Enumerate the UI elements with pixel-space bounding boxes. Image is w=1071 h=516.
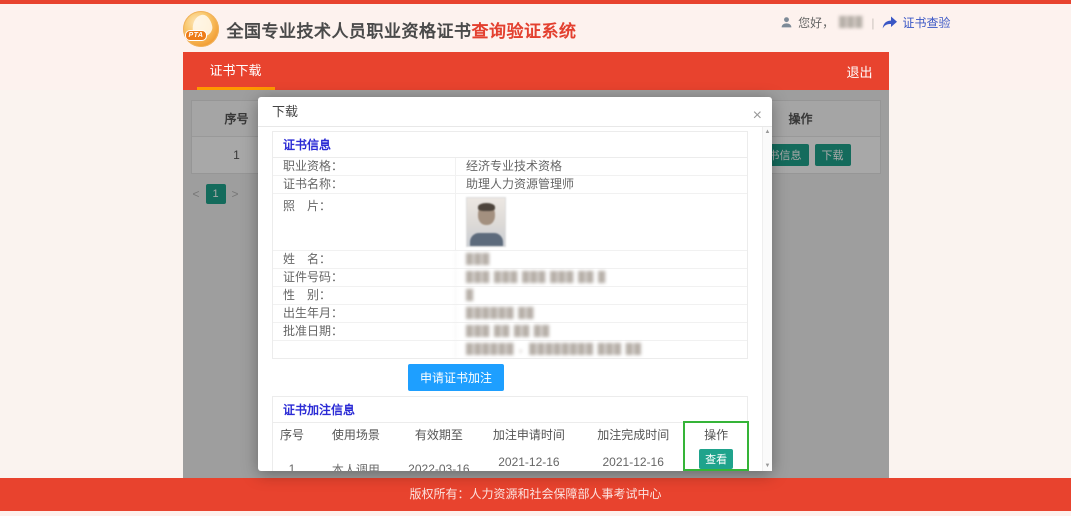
scroll-down-arrow-icon[interactable]: ▼ — [763, 463, 772, 469]
field-row-gender: 性 别： █ — [273, 287, 747, 305]
user-name-redacted: ███ — [839, 17, 864, 28]
scroll-up-arrow-icon[interactable]: ▲ — [763, 129, 772, 135]
nav-bar: 证书下载 退出 — [0, 52, 1071, 90]
redacted-value: ██████ ，████████ ███ ██ — [455, 341, 747, 358]
forward-arrow-icon — [883, 16, 898, 29]
field-row-extra: ██████ ，████████ ███ ██ — [273, 341, 747, 358]
download-modal: 下载 × ▲ ▼ 证书信息 职业资格： 经济专业技术资格 证书名称： 助理人力资… — [258, 97, 772, 471]
field-row-photo: 照 片： — [273, 194, 747, 251]
redacted-value: ███ — [455, 251, 747, 268]
brand: PTA 全国专业技术人员职业资格证书查询验证系统 — [182, 11, 577, 47]
site-title-main: 全国专业技术人员职业资格证书 — [226, 21, 472, 41]
annotation-section-title: 证书加注信息 — [273, 397, 747, 423]
field-row-name: 姓 名： ███ — [273, 251, 747, 269]
logout-button[interactable]: 退出 — [846, 62, 872, 81]
redacted-value: ███ ███ ███ ███ ██ █ — [455, 269, 747, 286]
greeting-text: 您好， — [798, 16, 835, 30]
logo-text: PTA — [184, 30, 208, 41]
field-row-cert-name: 证书名称： 助理人力资源管理师 — [273, 176, 747, 194]
cert-info-section-title: 证书信息 — [273, 132, 747, 158]
annotation-info-section: 证书加注信息 序号 使用场景 有效期至 加注申请时间 加注完成时间 操作 1 本… — [272, 396, 749, 471]
site-title-accent: 查询验证系统 — [471, 21, 577, 41]
portrait-photo — [466, 197, 506, 247]
pta-logo-icon: PTA — [182, 11, 219, 47]
user-icon — [781, 17, 792, 28]
modal-title: 下载 — [272, 104, 299, 119]
site-title: 全国专业技术人员职业资格证书查询验证系统 — [227, 17, 577, 42]
tab-cert-download[interactable]: 证书下载 — [196, 52, 275, 90]
footer: 版权所有：人力资源和社会保障部人事考试中心 — [0, 478, 1071, 511]
copyright-text: 版权所有：人力资源和社会保障部人事考试中心 — [409, 487, 662, 501]
redacted-value: ███ ██ ██ ██ — [455, 323, 747, 340]
field-row-qualification: 职业资格： 经济专业技术资格 — [273, 158, 747, 176]
bottom-strip — [0, 511, 1071, 516]
content-area: 序号 操作 1 证书信息 下载 < 1 > 下载 × ▲ ▼ 证书信息 职业资格… — [0, 90, 1071, 478]
field-row-id-number: 证件号码： ███ ███ ███ ███ ██ █ — [273, 269, 747, 287]
cert-verify-link[interactable]: 证书查验 — [902, 14, 950, 31]
redacted-value: ██████ ██ — [455, 305, 747, 322]
header: PTA 全国专业技术人员职业资格证书查询验证系统 您好， ███ | 证书查验 — [0, 4, 1071, 52]
view-button[interactable]: 查看 — [699, 449, 734, 469]
modal-header: 下载 × — [258, 97, 772, 127]
user-info: 您好， ███ | 证书查验 — [780, 14, 951, 31]
scrollbar[interactable]: ▲ ▼ — [762, 127, 772, 471]
apply-annotation-button[interactable]: 申请证书加注 — [408, 364, 505, 391]
modal-body: 证书信息 职业资格： 经济专业技术资格 证书名称： 助理人力资源管理师 照 片： — [258, 127, 762, 471]
cert-info-section: 证书信息 职业资格： 经济专业技术资格 证书名称： 助理人力资源管理师 照 片： — [272, 131, 748, 359]
download-annotation-button[interactable]: 下载 — [699, 469, 734, 471]
annotation-table-header: 序号 使用场景 有效期至 加注申请时间 加注完成时间 操作 — [279, 428, 729, 442]
redacted-value: █ — [455, 287, 747, 304]
field-row-approve-date: 批准日期： ███ ██ ██ ██ — [273, 323, 747, 341]
separator: | — [871, 15, 875, 30]
field-row-birth: 出生年月： ██████ ██ — [273, 305, 747, 323]
annotation-table-row: 1 本人调用 2022-03-16 2021-12-16 10:53:02 20… — [273, 446, 747, 471]
annotation-table: 序号 使用场景 有效期至 加注申请时间 加注完成时间 操作 1 本人调用 202… — [273, 423, 747, 471]
page: PTA 全国专业技术人员职业资格证书查询验证系统 您好， ███ | 证书查验 证… — [0, 0, 1071, 516]
